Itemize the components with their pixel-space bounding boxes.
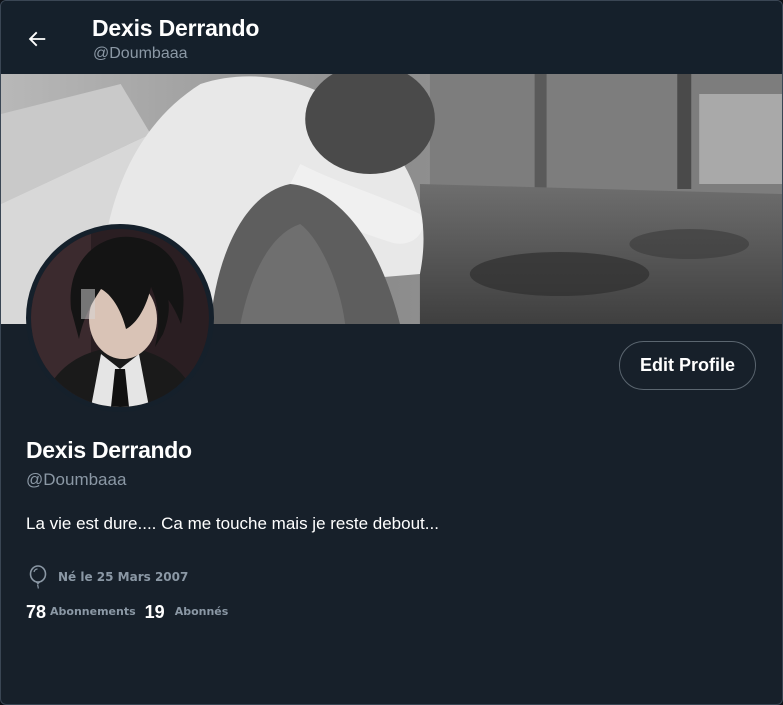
birth-date-row: Né le 25 Mars 2007 (27, 565, 188, 589)
follow-stats: 78 Abonnements 19 Abonnés (26, 602, 228, 623)
birth-date-text: Né le 25 Mars 2007 (58, 570, 189, 584)
profile-name: Dexis Derrando (26, 437, 192, 463)
following-link[interactable]: 78 Abonnements (26, 602, 136, 623)
avatar-image (31, 229, 209, 407)
followers-link[interactable]: 19 Abonnés (145, 602, 229, 623)
profile-handle: @Doumbaaa (26, 470, 127, 489)
profile-window: Dexis Derrando @Doumbaaa Edit Profile De… (0, 0, 783, 705)
followers-count: 19 (144, 602, 165, 622)
header-handle: @Doumbaaa (93, 45, 188, 62)
followers-label: Abonnés (174, 605, 229, 618)
arrow-left-icon (28, 31, 46, 47)
edit-profile-button[interactable]: Edit Profile (619, 341, 756, 390)
header-title: Dexis Derrando (92, 15, 260, 41)
profile-bio: La vie est dure.... Ca me touche mais je… (26, 514, 439, 533)
top-header: Dexis Derrando @Doumbaaa (1, 1, 782, 74)
following-label: Abonnements (50, 605, 136, 618)
back-button[interactable] (21, 23, 53, 55)
balloon-icon (29, 565, 47, 589)
profile-avatar[interactable] (26, 224, 214, 412)
following-count: 78 (26, 602, 47, 622)
